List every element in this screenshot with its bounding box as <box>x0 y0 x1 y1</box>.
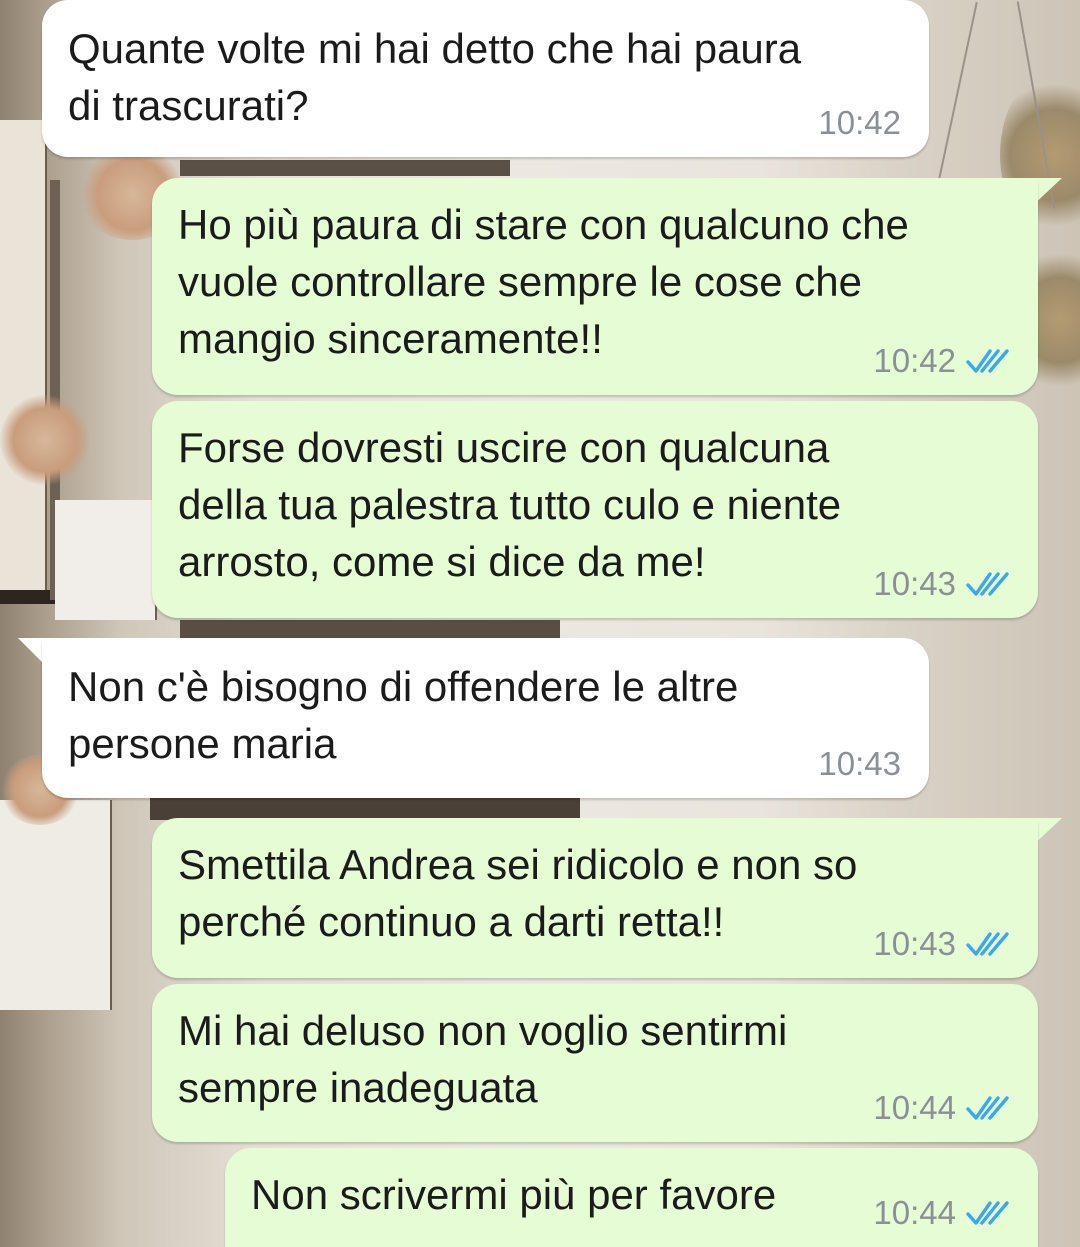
message-bubble-incoming[interactable]: Quante volte mi hai detto che hai paura … <box>42 0 929 157</box>
message-bubble-outgoing[interactable]: Mi hai deluso non voglio sentirmi sempre… <box>152 984 1038 1142</box>
message-bubble-outgoing[interactable]: Smettila Andrea sei ridicolo e non so pe… <box>152 818 1038 978</box>
message-bubble-outgoing[interactable]: Ho più paura di stare con qualcuno che v… <box>152 178 1038 395</box>
message-meta: 10:43 <box>818 744 901 784</box>
message-bubble-outgoing[interactable]: Non scrivermi più per favore 10:44 <box>225 1148 1038 1247</box>
double-check-icon <box>966 349 1009 373</box>
message-time: 10:43 <box>873 925 956 962</box>
message-meta: 10:43 <box>873 924 1010 964</box>
message-time: 10:43 <box>873 565 956 602</box>
double-check-icon <box>966 1201 1009 1225</box>
message-time: 10:42 <box>873 342 956 379</box>
message-meta: 10:44 <box>873 1088 1010 1128</box>
message-text: Quante volte mi hai detto che hai paura … <box>68 25 802 129</box>
message-meta: 10:42 <box>873 341 1010 381</box>
message-time: 10:42 <box>818 104 901 141</box>
double-check-icon <box>966 1096 1009 1120</box>
message-text: Non c'è bisogno di offendere le altre pe… <box>68 663 739 767</box>
message-time: 10:43 <box>818 745 901 782</box>
message-meta: 10:42 <box>818 103 901 143</box>
double-check-icon <box>966 572 1009 596</box>
message-bubble-outgoing[interactable]: Forse dovresti uscire con qualcuna della… <box>152 401 1038 618</box>
message-time: 10:44 <box>873 1194 956 1231</box>
message-bubble-incoming[interactable]: Non c'è bisogno di offendere le altre pe… <box>42 638 929 798</box>
message-meta: 10:44 <box>873 1193 1010 1233</box>
message-time: 10:44 <box>873 1089 956 1126</box>
message-meta: 10:43 <box>873 564 1010 604</box>
double-check-icon <box>966 932 1009 956</box>
